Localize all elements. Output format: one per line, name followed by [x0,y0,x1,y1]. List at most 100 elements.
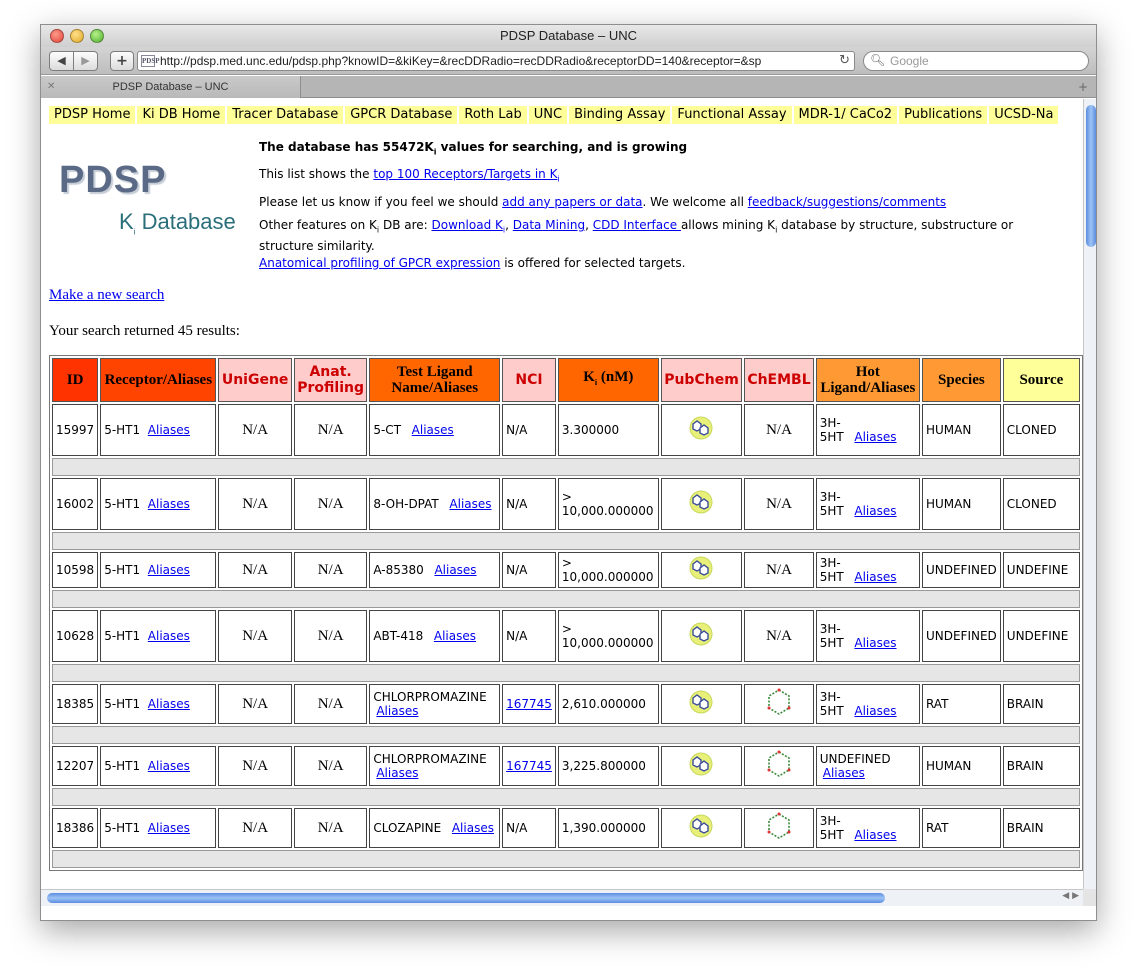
horizontal-scroll-thumb[interactable] [47,893,885,903]
cell-species: RAT [921,684,1001,724]
ligand-aliases-link[interactable]: Aliases [376,766,418,780]
ligand-aliases-link[interactable]: Aliases [412,423,454,437]
receptor-aliases-link[interactable]: Aliases [148,563,190,577]
nav-gpcr-database[interactable]: GPCR Database [345,106,458,124]
cell-source: CLONED [1002,478,1080,530]
col-chembl[interactable]: ChEMBL [744,358,814,402]
cell-pubchem[interactable] [660,610,743,662]
col-anat-profiling[interactable]: Anat. Profiling [293,358,368,402]
ligand-aliases-link[interactable]: Aliases [452,821,494,835]
ligand-aliases-link[interactable]: Aliases [376,704,418,718]
nav-ucsd[interactable]: UCSD-Na [989,106,1059,124]
cell-pubchem[interactable] [660,478,743,530]
nav-roth-lab[interactable]: Roth Lab [459,106,527,124]
cell-chembl[interactable] [744,808,814,848]
minimize-window-button[interactable] [70,29,84,43]
receptor-aliases-link[interactable]: Aliases [148,821,190,835]
tab-pdsp[interactable]: ✕ PDSP Database – UNC [41,76,301,98]
nav-mdr1-caco2[interactable]: MDR-1/ CaCo2 [793,106,898,124]
add-bookmark-button[interactable]: + [110,51,134,71]
hot-ligand-aliases-link[interactable]: Aliases [854,430,896,444]
cell-id: 15997 [52,404,99,456]
receptor-aliases-link[interactable]: Aliases [148,423,190,437]
address-bar[interactable]: PDSP http://pdsp.med.unc.edu/pdsp.php?kn… [137,51,855,71]
cell-chembl[interactable] [744,746,814,786]
logo-subtitle: Ki Database [119,209,236,237]
hot-ligand-aliases-link[interactable]: Aliases [854,828,896,842]
search-field[interactable]: 🔍︎ Google [863,51,1089,71]
scroll-corner [1083,889,1096,906]
col-source[interactable]: Source [1002,358,1080,402]
col-nci[interactable]: NCI [502,358,556,402]
data-mining-link[interactable]: Data Mining [513,218,585,232]
receptor-aliases-link[interactable]: Aliases [148,497,190,511]
col-hot-ligand[interactable]: Hot Ligand/Aliases [815,358,920,402]
nav-ki-db-home[interactable]: Ki DB Home [137,106,226,124]
table-row: 18385 5-HT1 Aliases N/A N/A CHLORPROMAZINE Al… [52,684,1080,724]
cell-anat-profiling: N/A [293,610,368,662]
vertical-scroll-thumb[interactable] [1086,105,1096,247]
forward-button[interactable]: ▶ [73,51,98,71]
nav-pdsp-home[interactable]: PDSP Home [49,106,136,124]
new-tab-icon[interactable]: + [1078,76,1088,98]
cell-chembl[interactable] [744,684,814,724]
cell-hot-ligand: 3H-5HT Aliases [815,404,920,456]
ligand-aliases-link[interactable]: Aliases [449,497,491,511]
cell-receptor: 5-HT1 Aliases [100,746,217,786]
hot-ligand-aliases-link[interactable]: Aliases [823,766,865,780]
nav-publications[interactable]: Publications [899,106,988,124]
back-button[interactable]: ◀ [49,51,74,71]
col-test-ligand[interactable]: Test Ligand Name/Aliases [369,358,501,402]
col-unigene[interactable]: UniGene [218,358,292,402]
chembl-icon [767,688,791,715]
nav-tracer-database[interactable]: Tracer Database [227,106,344,124]
receptor-aliases-link[interactable]: Aliases [148,759,190,773]
cell-pubchem[interactable] [660,808,743,848]
close-tab-icon[interactable]: ✕ [47,76,55,98]
nci-value: 167745 [506,697,552,711]
cell-nci[interactable]: 167745 [502,684,556,724]
ligand-aliases-link[interactable]: Aliases [434,563,476,577]
receptor-aliases-link[interactable]: Aliases [148,697,190,711]
nav-unc[interactable]: UNC [528,106,568,124]
cell-pubchem[interactable] [660,684,743,724]
feedback-link[interactable]: feedback/suggestions/comments [748,195,946,209]
horizontal-scrollbar[interactable]: ◀ ▶ [41,889,1083,906]
pdsp-logo[interactable]: PDSP Ki Database [53,159,253,249]
hot-ligand-aliases-link[interactable]: Aliases [854,636,896,650]
col-ki[interactable]: Ki (nM) [557,358,659,402]
new-search-link[interactable]: Make a new search [49,287,164,304]
cell-nci[interactable]: 167745 [502,746,556,786]
cell-ki: > 10,000.000000 [557,478,659,530]
col-species[interactable]: Species [921,358,1001,402]
receptor-aliases-link[interactable]: Aliases [148,629,190,643]
col-pubchem[interactable]: PubChem [660,358,743,402]
cdd-interface-link[interactable]: CDD Interface [593,218,681,232]
nav-binding-assay[interactable]: Binding Assay [569,106,671,124]
anatomical-profiling-link[interactable]: Anatomical profiling of GPCR expression [259,256,500,270]
col-receptor[interactable]: Receptor/Aliases [100,358,217,402]
nav-functional-assay[interactable]: Functional Assay [672,106,792,124]
scroll-arrows-icon[interactable]: ◀ ▶ [1062,891,1079,901]
hot-ligand-aliases-link[interactable]: Aliases [854,504,896,518]
cell-pubchem[interactable] [660,552,743,588]
hot-ligand-aliases-link[interactable]: Aliases [854,570,896,584]
window-title: PDSP Database – UNC [499,28,638,43]
vertical-scrollbar[interactable] [1083,99,1096,889]
url-text[interactable]: http://pdsp.med.unc.edu/pdsp.php?knowID=… [160,54,761,68]
hot-ligand-aliases-link[interactable]: Aliases [854,704,896,718]
chembl-value: N/A [766,495,792,512]
col-id[interactable]: ID [52,358,99,402]
reload-icon[interactable]: ↻ [839,53,850,68]
zoom-window-button[interactable] [90,29,104,43]
add-papers-link[interactable]: add any papers or data [502,195,642,209]
site-nav: PDSP Home Ki DB Home Tracer Database GPC… [49,106,1059,124]
cell-pubchem[interactable] [660,746,743,786]
cell-pubchem[interactable] [660,404,743,456]
chembl-value: N/A [766,561,792,578]
top100-link[interactable]: top 100 Receptors/Targets in Ki [373,167,559,183]
cell-nci: N/A [502,552,556,588]
ligand-aliases-link[interactable]: Aliases [434,629,476,643]
close-window-button[interactable] [50,29,64,43]
download-ki-link[interactable]: Download Ki [432,218,506,234]
